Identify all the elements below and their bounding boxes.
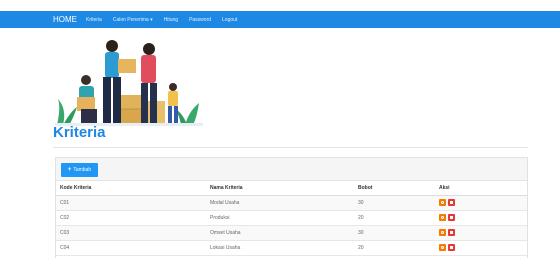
cell-code: C02 — [56, 210, 206, 226]
delete-icon[interactable] — [448, 199, 455, 206]
criteria-table: Kode Kriteria Nama Kriteria Bobot Aksi C… — [56, 181, 527, 256]
cell-name: Produksi — [206, 210, 354, 226]
cell-weight: 30 — [354, 225, 435, 241]
nav-item-kriteria[interactable]: Kriteria — [86, 17, 102, 23]
add-button-label: Tambah — [73, 167, 92, 173]
cell-actions — [435, 225, 527, 241]
nav-item-logout[interactable]: Logout — [222, 17, 237, 23]
panel-header: + Tambah — [56, 158, 527, 181]
cell-actions — [435, 240, 527, 256]
criteria-panel: + Tambah Kode Kriteria Nama Kriteria Bob… — [55, 157, 528, 258]
add-criteria-button[interactable]: + Tambah — [61, 163, 98, 177]
top-navbar: HOME Kriteria Calon Penerima ▾ Hitung Pa… — [0, 11, 560, 28]
table-row: C01 Modal Usaha 30 — [56, 195, 527, 211]
edit-icon[interactable] — [439, 214, 446, 221]
cell-name: Lokasi Usaha — [206, 240, 354, 256]
cell-weight: 30 — [354, 195, 435, 211]
edit-icon[interactable] — [439, 244, 446, 251]
nav-home-link[interactable]: HOME — [53, 15, 77, 24]
cell-actions — [435, 210, 527, 226]
cell-name: Omset Usaha — [206, 225, 354, 241]
cell-actions — [435, 195, 527, 211]
cell-code: C01 — [56, 195, 206, 211]
cell-code: C03 — [56, 225, 206, 241]
cell-code: C04 — [56, 240, 206, 256]
nav-item-password[interactable]: Password — [189, 17, 211, 23]
delete-icon[interactable] — [448, 244, 455, 251]
column-header-actions: Aksi — [435, 181, 527, 196]
cell-name: Modal Usaha — [206, 195, 354, 211]
table-row: C02 Produksi 20 — [56, 210, 527, 226]
nav-item-calon-penerima-dropdown[interactable]: Calon Penerima ▾ — [113, 17, 153, 23]
column-header-name: Nama Kriteria — [206, 181, 354, 196]
nav-item-hitung[interactable]: Hitung — [164, 17, 178, 23]
hero-illustration — [55, 40, 203, 126]
cell-weight: 20 — [354, 210, 435, 226]
delete-icon[interactable] — [448, 229, 455, 236]
cell-weight: 20 — [354, 240, 435, 256]
table-header-row: Kode Kriteria Nama Kriteria Bobot Aksi — [56, 181, 527, 196]
table-row: C03 Omset Usaha 30 — [56, 225, 527, 241]
column-header-code: Kode Kriteria — [56, 181, 206, 196]
edit-icon[interactable] — [439, 199, 446, 206]
delete-icon[interactable] — [448, 214, 455, 221]
plus-icon: + — [67, 167, 72, 173]
column-header-weight: Bobot — [354, 181, 435, 196]
page-title: Kriteria — [53, 124, 106, 141]
edit-icon[interactable] — [439, 229, 446, 236]
table-row: C04 Lokasi Usaha 20 — [56, 240, 527, 256]
title-divider — [53, 147, 528, 148]
